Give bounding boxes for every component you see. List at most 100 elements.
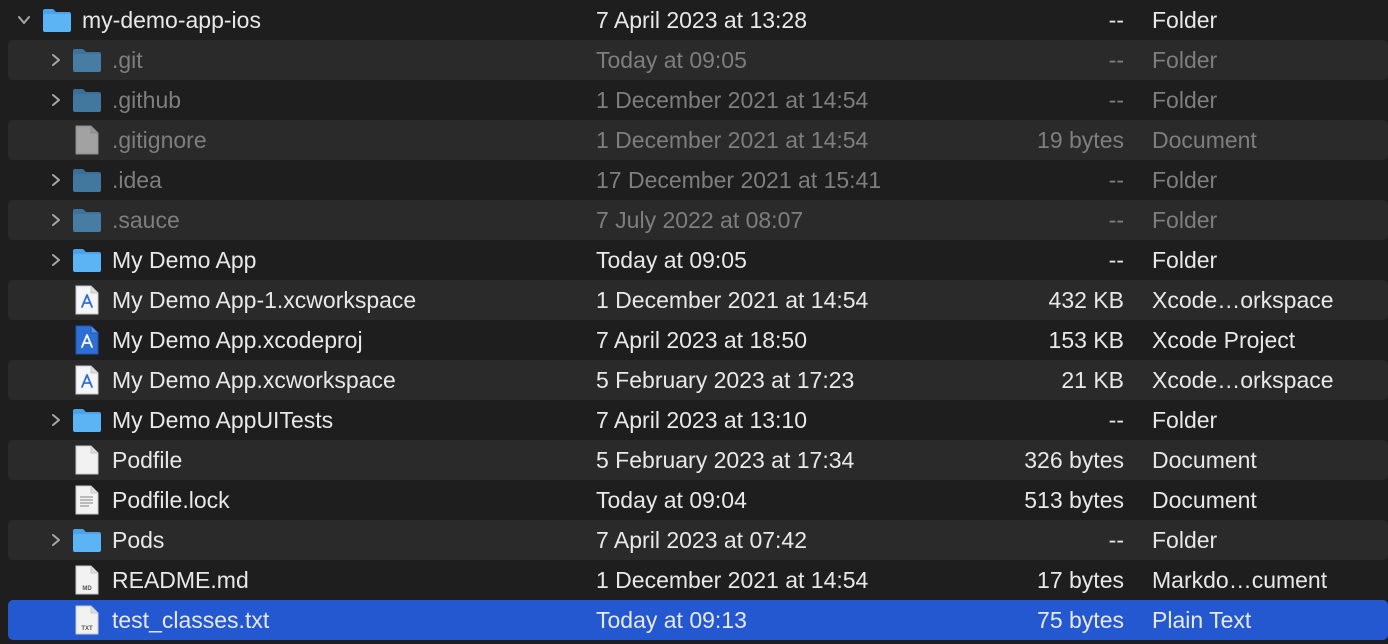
- xcworkspace-icon: [75, 365, 99, 395]
- file-kind: Folder: [1152, 207, 1218, 233]
- file-size: 326 bytes: [1024, 447, 1124, 473]
- folder-icon: [73, 249, 101, 272]
- file-name: Podfile: [112, 447, 183, 473]
- file-row[interactable]: My Demo App.xcodeproj 7 April 2023 at 18…: [8, 320, 1388, 360]
- folder-icon: [73, 209, 101, 232]
- file-row-root[interactable]: my-demo-app-ios 7 April 2023 at 13:28 --…: [0, 0, 1388, 40]
- file-badge: MD: [82, 586, 92, 592]
- file-kind: Folder: [1152, 407, 1218, 433]
- file-name: My Demo App-1.xcworkspace: [112, 287, 417, 313]
- file-row[interactable]: My Demo AppUITests 7 April 2023 at 13:10…: [8, 400, 1388, 440]
- text-file-icon: TXT: [75, 605, 99, 635]
- file-row[interactable]: Podfile 5 February 2023 at 17:34 326 byt…: [8, 440, 1388, 480]
- file-kind: Document: [1152, 447, 1257, 473]
- file-row-selected[interactable]: TXT test_classes.txt Today at 09:13 75 b…: [8, 600, 1388, 640]
- file-size: --: [1108, 87, 1124, 113]
- file-date-modified: 7 July 2022 at 08:07: [596, 207, 804, 233]
- file-size: --: [1108, 47, 1124, 73]
- file-kind: Folder: [1152, 247, 1218, 273]
- file-name: .git: [112, 47, 143, 73]
- file-size: --: [1108, 527, 1124, 553]
- document-icon: [75, 125, 99, 155]
- file-row[interactable]: My Demo App.xcworkspace 5 February 2023 …: [8, 360, 1388, 400]
- file-date-modified: 1 December 2021 at 14:54: [596, 287, 869, 313]
- folder-icon: [73, 409, 101, 432]
- file-name: My Demo App: [112, 247, 257, 273]
- file-kind: Document: [1152, 127, 1257, 153]
- file-row[interactable]: .sauce 7 July 2022 at 08:07 -- Folder: [8, 200, 1388, 240]
- file-date-modified: 7 April 2023 at 13:10: [596, 407, 807, 433]
- xcworkspace-icon: [75, 285, 99, 315]
- file-row[interactable]: My Demo App-1.xcworkspace 1 December 202…: [8, 280, 1388, 320]
- file-date-modified: 1 December 2021 at 14:54: [596, 567, 869, 593]
- file-row[interactable]: Podfile.lock Today at 09:04 513 bytes Do…: [8, 480, 1388, 520]
- xcodeproj-icon: [75, 325, 99, 355]
- file-date-modified: 17 December 2021 at 15:41: [596, 167, 882, 193]
- file-size: --: [1108, 167, 1124, 193]
- file-row[interactable]: Pods 7 April 2023 at 07:42 -- Folder: [8, 520, 1388, 560]
- file-list: my-demo-app-ios 7 April 2023 at 13:28 --…: [0, 0, 1388, 644]
- file-kind: Plain Text: [1152, 607, 1252, 633]
- chevron-right-icon[interactable]: [48, 532, 64, 548]
- file-date-modified: 7 April 2023 at 18:50: [596, 327, 807, 353]
- file-size: 513 bytes: [1024, 487, 1124, 513]
- file-row[interactable]: .idea 17 December 2021 at 15:41 -- Folde…: [8, 160, 1388, 200]
- file-name: README.md: [112, 567, 249, 593]
- file-size: --: [1108, 247, 1124, 273]
- file-date-modified: 1 December 2021 at 14:54: [596, 87, 869, 113]
- file-kind: Xcode…orkspace: [1152, 287, 1334, 313]
- file-name: My Demo AppUITests: [112, 407, 334, 433]
- text-document-icon: [75, 485, 99, 515]
- file-name: My Demo App.xcworkspace: [112, 367, 396, 393]
- chevron-down-icon[interactable]: [16, 12, 32, 28]
- file-name: .idea: [112, 167, 162, 193]
- file-date-modified: Today at 09:13: [596, 607, 747, 633]
- folder-icon: [73, 89, 101, 112]
- file-date-modified: 7 April 2023 at 07:42: [596, 527, 807, 553]
- folder-icon: [73, 49, 101, 72]
- chevron-right-icon[interactable]: [48, 52, 64, 68]
- file-row[interactable]: .github 1 December 2021 at 14:54 -- Fold…: [8, 80, 1388, 120]
- file-date-modified: Today at 09:05: [596, 247, 747, 273]
- file-size: 432 KB: [1048, 287, 1124, 313]
- file-size: 17 bytes: [1037, 567, 1124, 593]
- chevron-right-icon[interactable]: [48, 252, 64, 268]
- file-date-modified: Today at 09:05: [596, 47, 747, 73]
- folder-icon: [73, 529, 101, 552]
- folder-icon: [43, 9, 71, 32]
- file-name: my-demo-app-ios: [82, 7, 261, 33]
- folder-icon: [73, 169, 101, 192]
- file-kind: Folder: [1152, 527, 1218, 553]
- file-kind: Document: [1152, 487, 1257, 513]
- chevron-right-icon[interactable]: [48, 412, 64, 428]
- file-name: .github: [112, 87, 182, 113]
- file-size: --: [1108, 407, 1124, 433]
- file-name: .gitignore: [112, 127, 207, 153]
- file-name: Pods: [112, 527, 165, 553]
- file-badge: TXT: [81, 626, 93, 632]
- file-kind: Xcode…orkspace: [1152, 367, 1334, 393]
- file-kind: Folder: [1152, 167, 1218, 193]
- file-row[interactable]: .gitignore 1 December 2021 at 14:54 19 b…: [8, 120, 1388, 160]
- file-kind: Markdo…cument: [1152, 567, 1328, 593]
- chevron-right-icon[interactable]: [48, 172, 64, 188]
- file-row[interactable]: MD README.md 1 December 2021 at 14:54 17…: [8, 560, 1388, 600]
- chevron-right-icon[interactable]: [48, 212, 64, 228]
- file-kind: Xcode Project: [1152, 327, 1296, 353]
- file-name: Podfile.lock: [112, 487, 230, 513]
- markdown-document-icon: MD: [75, 565, 99, 595]
- file-size: 19 bytes: [1037, 127, 1124, 153]
- file-size: --: [1108, 7, 1124, 33]
- file-size: 21 KB: [1061, 367, 1124, 393]
- document-icon: [75, 445, 99, 475]
- file-row[interactable]: My Demo App Today at 09:05 -- Folder: [8, 240, 1388, 280]
- file-size: --: [1108, 207, 1124, 233]
- file-kind: Folder: [1152, 87, 1218, 113]
- file-kind: Folder: [1152, 47, 1218, 73]
- chevron-right-icon[interactable]: [48, 92, 64, 108]
- file-name: My Demo App.xcodeproj: [112, 327, 363, 353]
- file-name: test_classes.txt: [112, 607, 270, 633]
- file-row[interactable]: .git Today at 09:05 -- Folder: [8, 40, 1388, 80]
- file-size: 153 KB: [1048, 327, 1124, 353]
- file-date-modified: 5 February 2023 at 17:34: [596, 447, 855, 473]
